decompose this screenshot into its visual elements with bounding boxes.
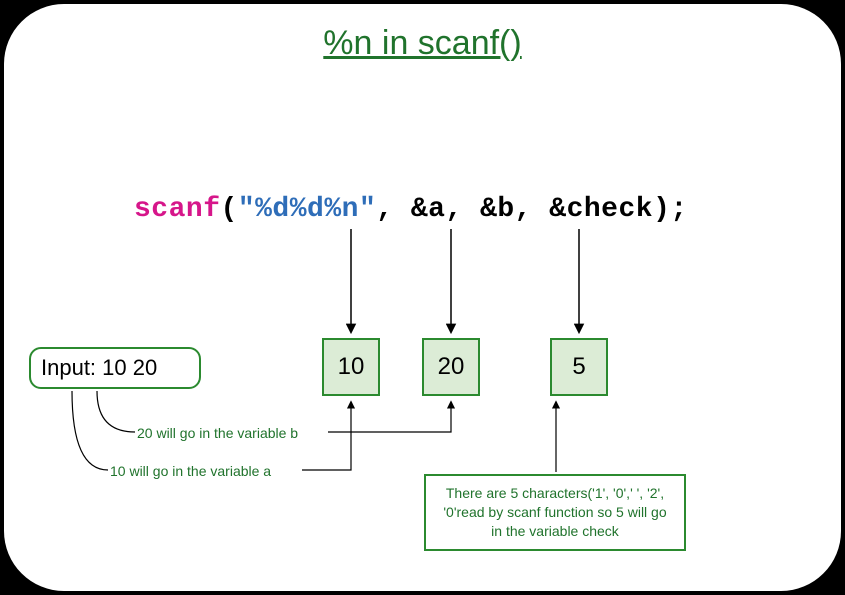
value-box-a: 10 (322, 338, 380, 396)
page-title: %n in scanf() (4, 24, 841, 63)
value-b: 20 (438, 353, 465, 381)
explanation-text: There are 5 characters('1', '0',' ', '2'… (443, 485, 666, 539)
annotation-a: 10 will go in the variable a (110, 463, 271, 479)
code-line: scanf("%d%d%n", &a, &b, &check); (134, 194, 688, 225)
panel: %n in scanf() scanf("%d%d%n", &a, &b, &c… (4, 4, 841, 591)
value-a: 10 (338, 353, 365, 381)
annotation-b: 20 will go in the variable b (137, 425, 298, 441)
value-box-b: 20 (422, 338, 480, 396)
code-args: , &a, &b, &check); (376, 194, 687, 225)
value-box-check: 5 (550, 338, 608, 396)
code-open: ( (221, 194, 238, 225)
value-check: 5 (572, 353, 585, 381)
stage: %n in scanf() scanf("%d%d%n", &a, &b, &c… (0, 0, 845, 595)
code-fn: scanf (134, 194, 221, 225)
arrows-layer (4, 4, 841, 591)
input-box: Input: 10 20 (29, 347, 201, 389)
code-format-string: "%d%d%n" (238, 194, 376, 225)
input-label: Input: 10 20 (41, 355, 157, 381)
explanation-box: There are 5 characters('1', '0',' ', '2'… (424, 474, 686, 551)
